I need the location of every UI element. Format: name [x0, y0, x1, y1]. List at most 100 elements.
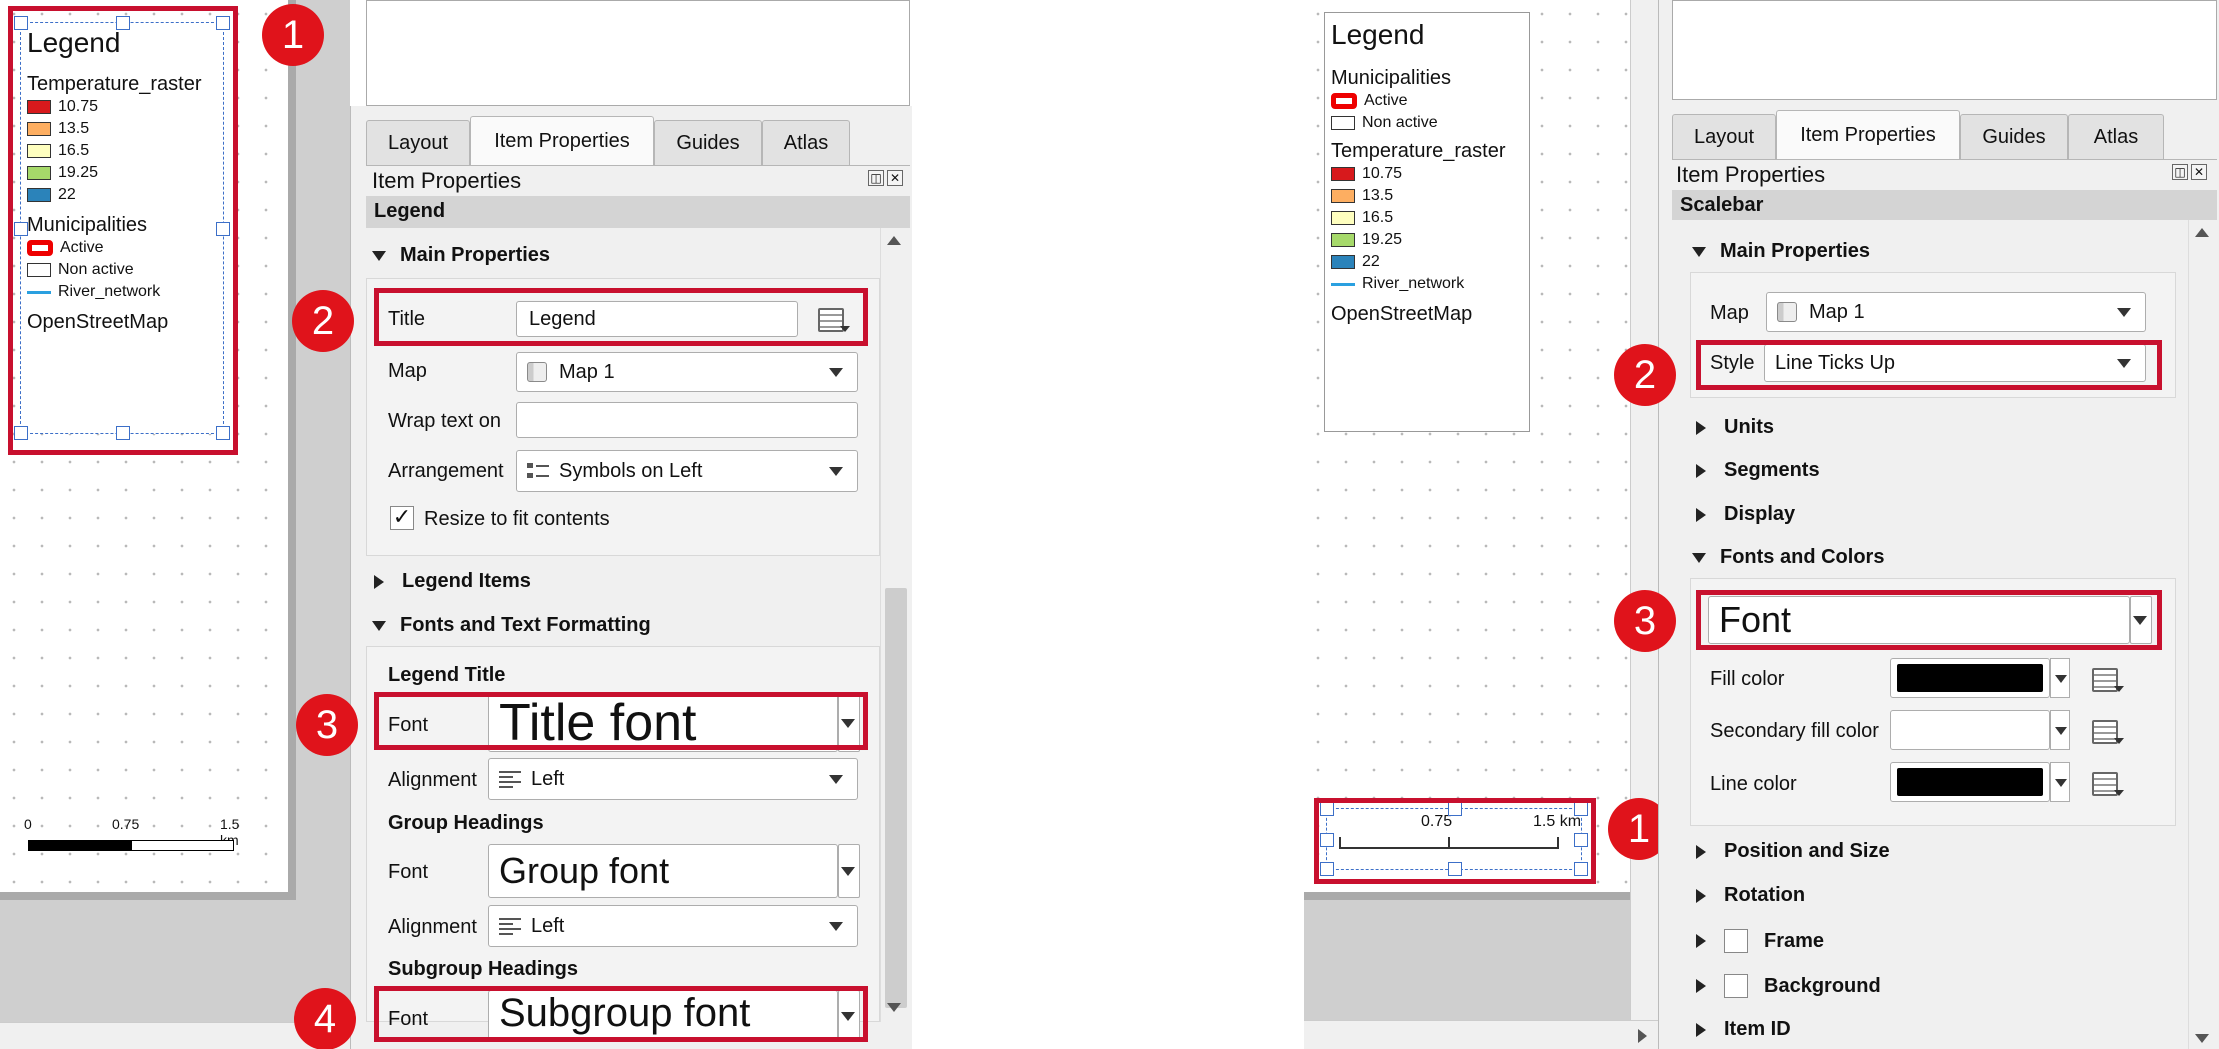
section-label: Units: [1724, 416, 1774, 438]
tab-atlas[interactable]: Atlas: [2068, 114, 2164, 160]
right-legend-item[interactable]: Legend Municipalities Active Non active …: [1324, 12, 1530, 432]
alignment-label: Alignment: [388, 916, 477, 938]
section-item-id[interactable]: Item ID: [1696, 1018, 1791, 1041]
alignment-label: Alignment: [388, 769, 477, 791]
wrap-text-input[interactable]: [516, 402, 858, 438]
expression-icon[interactable]: [2086, 714, 2126, 748]
expand-icon: [1696, 844, 1706, 859]
color-dropdown[interactable]: [2050, 658, 2070, 698]
section-fonts-colors[interactable]: Fonts and Colors: [1692, 546, 1884, 569]
fill-color-button[interactable]: [1890, 658, 2050, 698]
arrangement-label: Arrangement: [388, 460, 504, 482]
right-items-list[interactable]: [1672, 0, 2217, 100]
section-label: Frame: [1764, 929, 1825, 952]
section-frame[interactable]: Frame: [1696, 929, 1824, 953]
scroll-down-icon[interactable]: [2195, 1034, 2209, 1043]
color-swatch: [1897, 716, 2043, 744]
line-color-label: Line color: [1710, 773, 1797, 795]
legend-entry-label: Active: [1364, 92, 1408, 109]
font-dropdown[interactable]: [838, 844, 860, 898]
scroll-right-icon[interactable]: [1638, 1029, 1647, 1043]
color-dropdown[interactable]: [2050, 710, 2070, 750]
tab-layout[interactable]: Layout: [366, 120, 470, 166]
section-fonts-text[interactable]: Fonts and Text Formatting: [372, 614, 651, 637]
section-label: Fonts and Colors: [1720, 546, 1885, 568]
section-label: Segments: [1724, 459, 1820, 481]
close-icon[interactable]: ✕: [2191, 164, 2207, 180]
section-display[interactable]: Display: [1696, 503, 1795, 526]
highlight-box: [374, 288, 868, 346]
item-type-header: Legend: [366, 196, 910, 228]
secondary-fill-color-button[interactable]: [1890, 710, 2050, 750]
right-panel-vscroll[interactable]: [2188, 220, 2217, 1049]
undock-icon[interactable]: ◫: [2172, 164, 2188, 180]
tab-item-properties[interactable]: Item Properties: [1776, 110, 1960, 160]
resize-checkbox[interactable]: ✓: [390, 506, 414, 530]
group-font-button[interactable]: Group font: [488, 844, 838, 898]
item-type-header: Scalebar: [1672, 190, 2217, 220]
legend-group-heading: OpenStreetMap: [1331, 303, 1473, 325]
map-icon: [1777, 302, 1797, 322]
expand-icon: [374, 574, 384, 589]
line-color-button[interactable]: [1890, 762, 2050, 802]
section-segments[interactable]: Segments: [1696, 459, 1820, 482]
alignment-value: Left: [531, 914, 565, 937]
legend-entry: 19.25: [1331, 229, 1506, 251]
section-label: Display: [1724, 503, 1796, 525]
section-position-size[interactable]: Position and Size: [1696, 840, 1890, 863]
background-checkbox[interactable]: [1724, 974, 1748, 998]
legend-entry-label: 13.5: [1362, 187, 1394, 204]
legend-group-list: Municipalities Active Non active Tempera…: [1331, 67, 1506, 326]
expression-icon[interactable]: [2086, 662, 2126, 696]
scroll-down-icon[interactable]: [887, 1003, 901, 1012]
subgroup-headings: Subgroup Headings: [388, 958, 578, 980]
left-items-list[interactable]: [366, 0, 910, 106]
tab-item-properties[interactable]: Item Properties: [470, 116, 654, 166]
panel-title: Item Properties: [1676, 162, 1826, 187]
section-units[interactable]: Units: [1696, 416, 1774, 439]
group-alignment-select[interactable]: Left: [488, 905, 858, 947]
right-canvas-hscroll[interactable]: [1304, 1020, 1658, 1049]
section-rotation[interactable]: Rotation: [1696, 884, 1805, 907]
arrangement-icon: [527, 461, 549, 481]
expression-icon[interactable]: [2086, 766, 2126, 800]
right-canvas-vscroll[interactable]: [1630, 0, 1658, 1020]
undock-icon[interactable]: ◫: [868, 170, 884, 186]
section-legend-items[interactable]: Legend Items: [374, 570, 531, 593]
tab-guides[interactable]: Guides: [654, 120, 762, 166]
section-main-properties[interactable]: Main Properties: [1692, 240, 1870, 263]
section-background[interactable]: Background: [1696, 974, 1881, 998]
callout-2: 2: [1614, 344, 1676, 406]
left-scalebar[interactable]: 0 0.75 1.5 km: [24, 816, 239, 856]
frame-checkbox[interactable]: [1724, 929, 1748, 953]
scroll-up-icon[interactable]: [887, 236, 901, 245]
close-icon[interactable]: ✕: [887, 170, 903, 186]
arrangement-select[interactable]: Symbols on Left: [516, 450, 858, 492]
callout-1: 1: [262, 4, 324, 66]
legend-title-heading: Legend Title: [388, 664, 506, 686]
color-dropdown[interactable]: [2050, 762, 2070, 802]
legend-line-symbol: [1331, 282, 1355, 286]
map-select[interactable]: Map 1: [1766, 292, 2146, 332]
tab-guides[interactable]: Guides: [1960, 114, 2068, 160]
left-panel-vscroll[interactable]: [880, 228, 910, 1022]
expand-icon: [1696, 934, 1706, 948]
legend-entry-label: River_network: [1362, 275, 1465, 292]
scroll-thumb[interactable]: [885, 588, 907, 1008]
tab-layout[interactable]: Layout: [1672, 114, 1776, 160]
collapse-icon: [372, 250, 386, 261]
section-label: Item ID: [1724, 1018, 1791, 1040]
section-main-properties[interactable]: Main Properties: [372, 244, 550, 267]
highlight-box: [1696, 340, 2162, 390]
scroll-up-icon[interactable]: [2195, 228, 2209, 237]
legend-entry: 13.5: [1331, 185, 1506, 207]
resize-label: Resize to fit contents: [424, 508, 610, 530]
title-alignment-select[interactable]: Left: [488, 758, 858, 800]
map-select-value: Map 1: [1809, 300, 1865, 323]
alignment-value: Left: [531, 767, 565, 790]
map-select[interactable]: Map 1: [516, 352, 858, 392]
tab-atlas[interactable]: Atlas: [762, 120, 850, 166]
highlight-box: [8, 6, 238, 455]
color-swatch: [1897, 768, 2043, 796]
dock-buttons: ◫ ✕: [2172, 164, 2207, 180]
